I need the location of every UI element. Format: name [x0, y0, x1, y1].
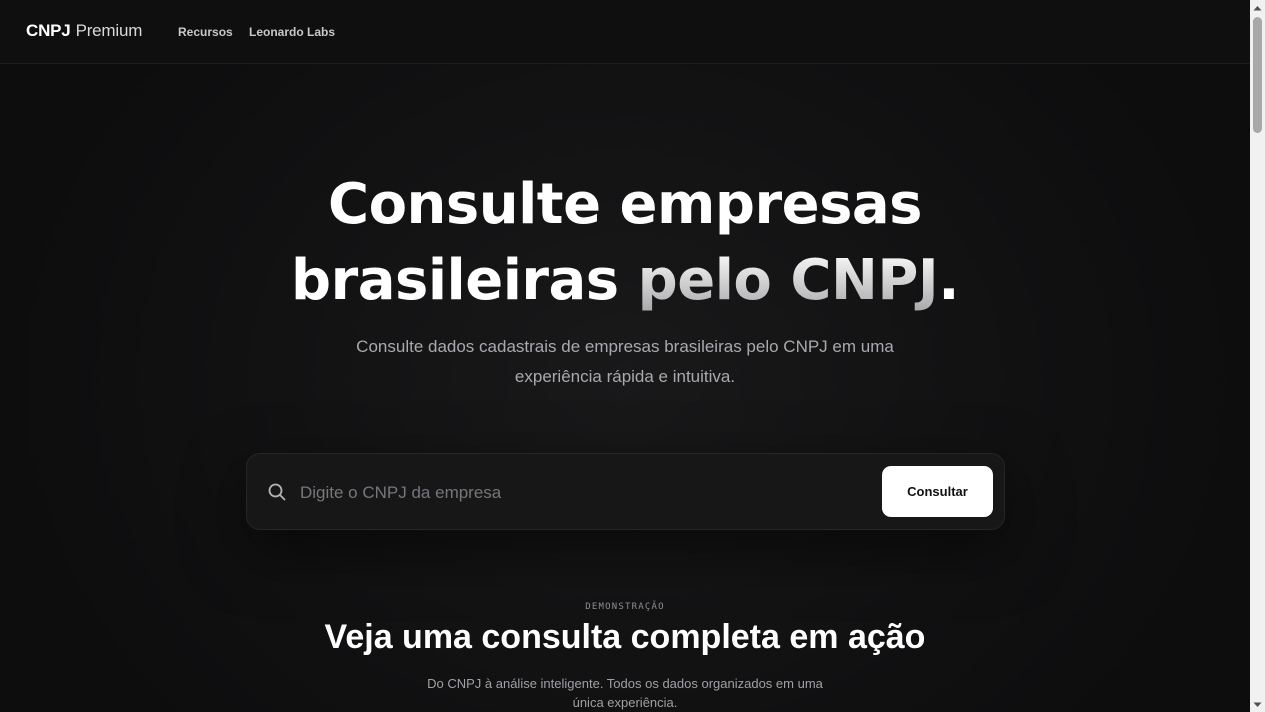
search-icon: [267, 482, 287, 502]
hero-title-period: .: [938, 248, 959, 313]
vertical-scrollbar[interactable]: [1250, 0, 1265, 712]
page: CNPJ Premium Recursos Leonardo Labs Consu…: [0, 0, 1265, 712]
hero-title-highlight: pelo CNPJ: [637, 248, 939, 313]
brand-logo[interactable]: CNPJ Premium: [26, 21, 142, 41]
scroll-down-arrow-icon[interactable]: [1250, 697, 1265, 712]
demo-title: Veja uma consulta completa em ação: [324, 618, 926, 656]
scrollbar-thumb[interactable]: [1253, 17, 1262, 133]
brand-name: CNPJ: [26, 21, 71, 40]
hero-subtitle: Consulte dados cadastrais de empresas br…: [0, 332, 1250, 392]
demo-subtitle-line1: Do CNPJ à análise inteligente. Todos os …: [427, 676, 823, 691]
consultar-button[interactable]: Consultar: [882, 466, 993, 517]
nav-link-leonardo-labs[interactable]: Leonardo Labs: [249, 25, 335, 39]
brand-tier: Premium: [75, 21, 143, 40]
hero-title-line1: Consulte empresas: [327, 172, 923, 237]
scroll-up-arrow-icon[interactable]: [1250, 0, 1265, 15]
cnpj-search-input[interactable]: [298, 472, 872, 514]
hero-title: Consulte empresas brasileiras pelo CNPJ.: [0, 167, 1250, 319]
hero-subtitle-line2: experiência rápida e intuitiva.: [514, 367, 736, 386]
nav-link-recursos[interactable]: Recursos: [178, 25, 233, 39]
top-navbar: CNPJ Premium Recursos Leonardo Labs: [0, 0, 1250, 64]
hero-subtitle-line1: Consulte dados cadastrais de empresas br…: [356, 337, 894, 356]
demo-subtitle-line2: única experiência.: [572, 695, 678, 710]
demo-eyebrow: DEMONSTRAÇÃO: [585, 602, 665, 612]
cnpj-search-box: Consultar: [246, 453, 1005, 530]
hero-title-line2: brasileiras: [291, 248, 619, 313]
demo-subtitle: Do CNPJ à análise inteligente. Todos os …: [0, 674, 1250, 712]
